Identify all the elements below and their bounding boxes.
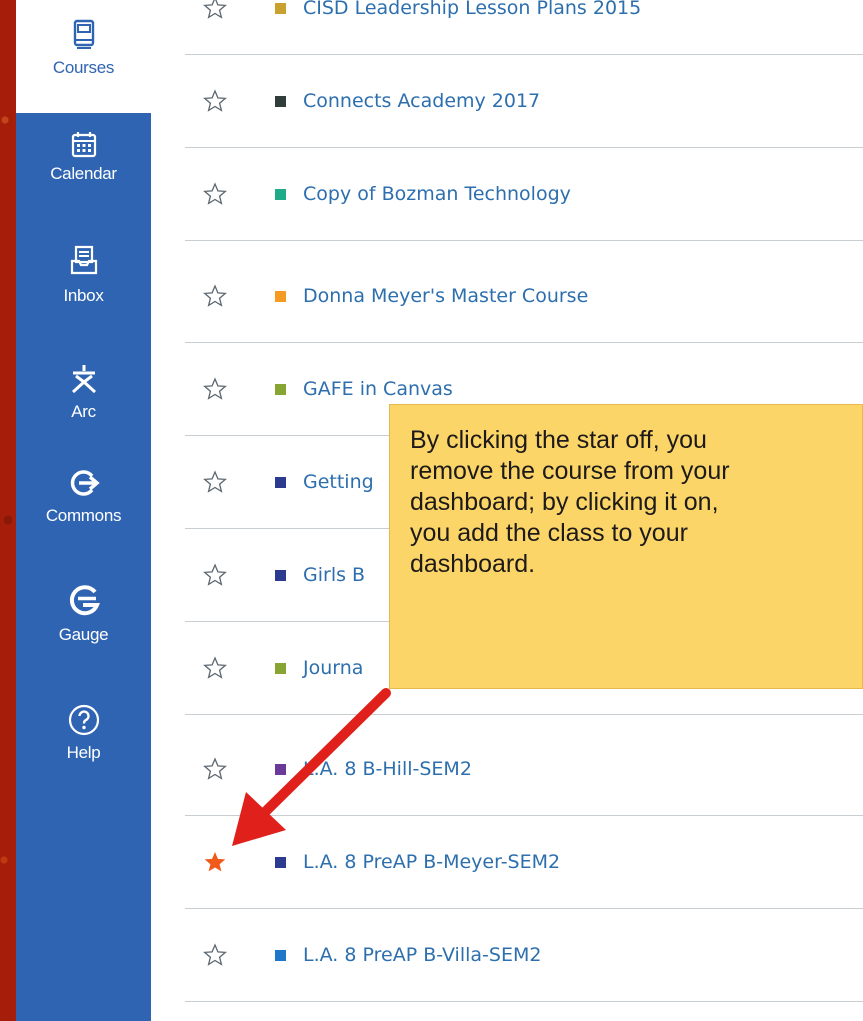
arc-icon xyxy=(71,365,96,394)
course-name-link[interactable]: Journa xyxy=(303,657,363,679)
callout-text: By clicking the star off, you remove the… xyxy=(410,425,862,580)
calendar-icon xyxy=(71,132,96,158)
nav-label-commons: Commons xyxy=(45,506,122,525)
star-outline-icon[interactable] xyxy=(203,284,227,308)
course-row[interactable]: L.A. 8 PreAP B-Meyer-SEM2 xyxy=(185,816,863,909)
star-outline-icon[interactable] xyxy=(203,0,227,20)
star-outline-icon[interactable] xyxy=(203,563,227,587)
callout-line: By clicking the star off, you xyxy=(410,426,707,454)
inbox-icon xyxy=(70,245,97,275)
help-icon xyxy=(68,704,99,736)
course-name-link[interactable]: Getting xyxy=(303,471,374,493)
course-row[interactable]: Copy of Bozman Technology xyxy=(185,148,863,241)
star-outline-icon[interactable] xyxy=(203,89,227,113)
course-row[interactable]: L.A. 8 PreAP B-Villa-SEM2 xyxy=(185,909,863,1002)
tutorial-callout: By clicking the star off, you remove the… xyxy=(389,404,863,689)
nav-inbox[interactable]: Inbox xyxy=(16,244,151,306)
nav-help[interactable]: Help xyxy=(16,703,151,763)
course-color-swatch xyxy=(275,949,286,961)
course-name-link[interactable]: L.A. 8 B-Hill-SEM2 xyxy=(303,758,472,780)
course-color-swatch xyxy=(275,476,286,488)
course-color-swatch xyxy=(275,763,286,775)
star-outline-icon[interactable] xyxy=(203,377,227,401)
course-color-swatch xyxy=(275,290,286,302)
course-name-link[interactable]: Connects Academy 2017 xyxy=(303,90,540,112)
nav-arc[interactable]: Arc xyxy=(16,362,151,422)
course-row[interactable]: CISD Leadership Lesson Plans 2015 xyxy=(185,0,863,55)
course-name-link[interactable]: GAFE in Canvas xyxy=(303,378,453,400)
course-name-link[interactable]: Copy of Bozman Technology xyxy=(303,183,571,205)
star-outline-icon[interactable] xyxy=(203,943,227,967)
callout-line: you add the class to your xyxy=(410,519,688,547)
callout-line: dashboard. xyxy=(410,550,536,578)
course-color-swatch xyxy=(275,662,286,674)
course-color-swatch xyxy=(275,569,286,581)
gauge-icon xyxy=(69,585,100,616)
nav-label-inbox: Inbox xyxy=(63,286,104,305)
star-outline-icon[interactable] xyxy=(203,182,227,206)
course-color-swatch xyxy=(275,188,286,200)
course-name-link[interactable]: L.A. 8 PreAP B-Villa-SEM2 xyxy=(303,944,541,966)
nav-courses[interactable]: Courses xyxy=(16,0,151,113)
course-color-swatch xyxy=(275,2,286,14)
star-outline-icon[interactable] xyxy=(203,656,227,680)
nav-commons[interactable]: Commons xyxy=(16,466,151,526)
nav-label-gauge: Gauge xyxy=(58,625,109,644)
courses-icon xyxy=(73,19,94,49)
course-name-link[interactable]: Donna Meyer's Master Course xyxy=(303,285,588,307)
callout-line: remove the course from your xyxy=(410,457,730,485)
star-outline-icon[interactable] xyxy=(203,470,227,494)
course-color-swatch xyxy=(275,856,286,868)
star-filled-icon[interactable] xyxy=(203,850,227,874)
nav-label-calendar: Calendar xyxy=(50,164,117,183)
course-name-link[interactable]: L.A. 8 PreAP B-Meyer-SEM2 xyxy=(303,851,560,873)
course-name-link[interactable]: Girls B xyxy=(303,564,365,586)
nav-calendar[interactable]: Calendar xyxy=(16,128,151,184)
course-row[interactable]: Connects Academy 2017 xyxy=(185,55,863,148)
course-row[interactable]: L.A. 8 B-Hill-SEM2 xyxy=(185,723,863,816)
course-color-swatch xyxy=(275,95,286,107)
global-navigation: Courses Calendar Inbox Arc Commons Gauge… xyxy=(16,0,151,1021)
nav-gauge[interactable]: Gauge xyxy=(16,585,151,645)
commons-icon xyxy=(70,470,100,496)
course-row[interactable]: Donna Meyer's Master Course xyxy=(185,250,863,343)
star-outline-icon[interactable] xyxy=(203,757,227,781)
course-color-swatch xyxy=(275,383,286,395)
nav-label-help: Help xyxy=(66,743,101,762)
callout-line: dashboard; by clicking it on, xyxy=(410,488,719,516)
course-name-link[interactable]: CISD Leadership Lesson Plans 2015 xyxy=(303,0,641,19)
nav-label-arc: Arc xyxy=(71,402,96,421)
nav-label-courses: Courses xyxy=(52,58,115,77)
